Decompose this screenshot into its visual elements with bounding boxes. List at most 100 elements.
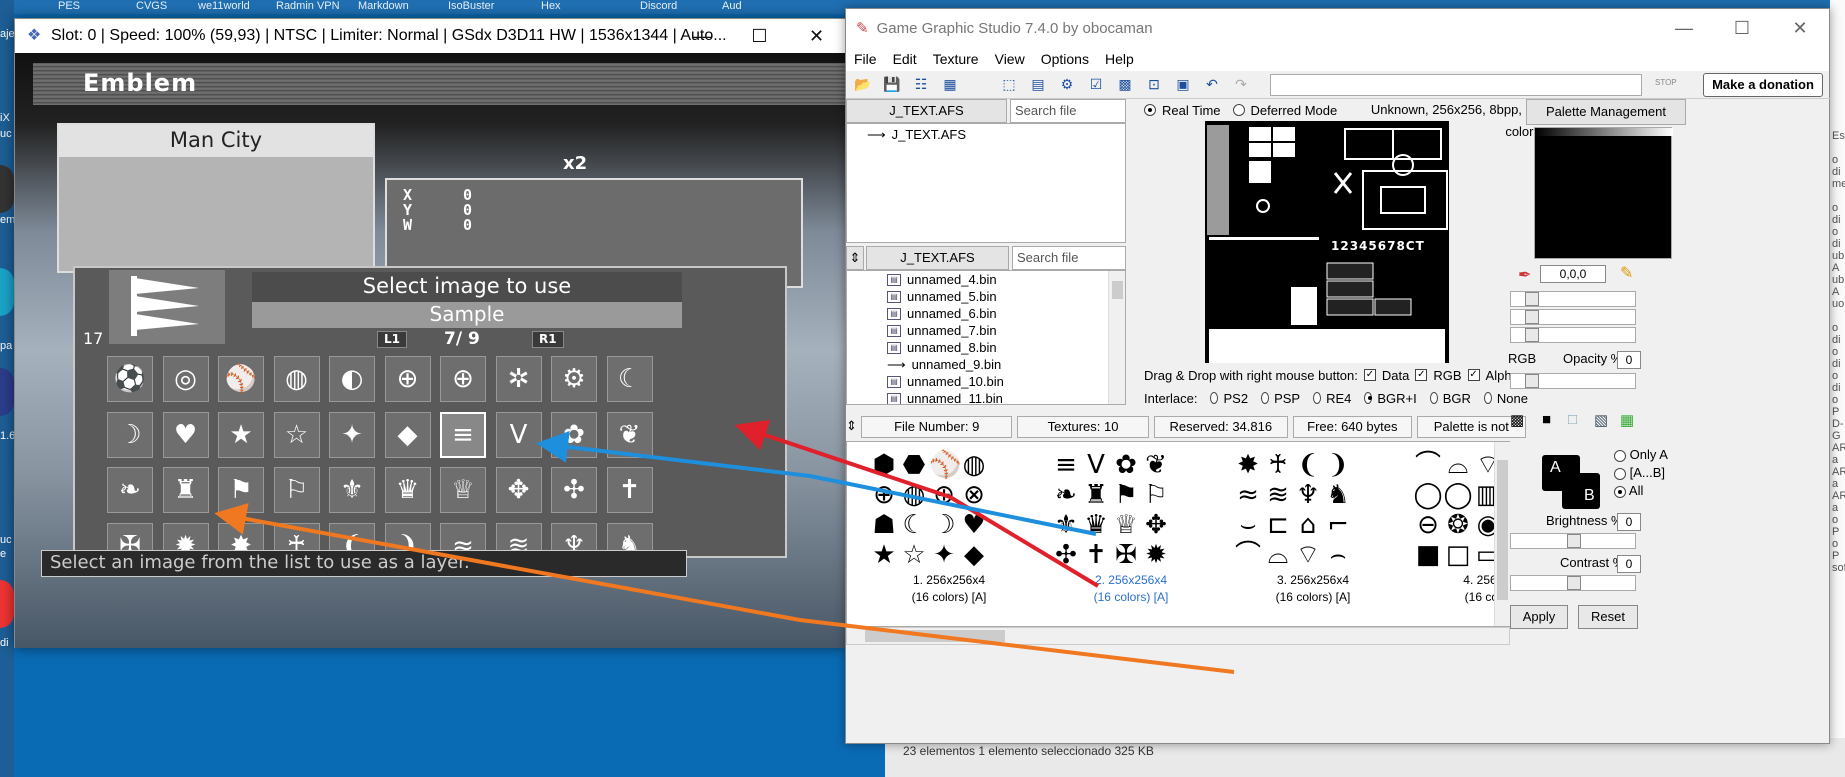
emblem-cell[interactable]: ◍: [273, 356, 320, 402]
file-list-item[interactable]: ⟶ unnamed_9.bin: [847, 356, 1125, 373]
desktop-app-icon[interactable]: [0, 368, 14, 416]
brightness-slider[interactable]: [1510, 533, 1636, 549]
menu-edit[interactable]: Edit: [893, 51, 917, 67]
maximize-button[interactable]: ☐: [1713, 9, 1771, 47]
explorer-list-item[interactable]: o di: [1832, 154, 1845, 178]
menu-texture[interactable]: Texture: [933, 51, 979, 67]
emblem-cell[interactable]: ♕: [440, 467, 486, 513]
contrast-field[interactable]: 0: [1617, 555, 1641, 573]
opacity-field[interactable]: 0: [1617, 351, 1641, 369]
grid-icon[interactable]: ▦: [939, 74, 961, 96]
desktop-app-icon[interactable]: [0, 580, 14, 628]
slider-thumb[interactable]: [1525, 374, 1539, 388]
opacity-slider[interactable]: [1510, 373, 1636, 389]
alpha-checkbox[interactable]: ✓: [1467, 369, 1480, 381]
emblem-cell[interactable]: ♛: [384, 467, 431, 513]
explorer-list-item[interactable]: o di: [1832, 346, 1845, 370]
emblem-cell[interactable]: ✝: [606, 467, 653, 513]
interlace-radio-bgr+i[interactable]: [1364, 392, 1373, 404]
explorer-list-item[interactable]: o di: [1832, 226, 1845, 250]
emblem-cell[interactable]: ⚜: [329, 467, 375, 513]
pencil-icon[interactable]: ✎: [1620, 263, 1633, 283]
interlace-radio-none[interactable]: [1483, 392, 1492, 404]
minimize-button[interactable]: —: [674, 19, 731, 53]
maximize-button[interactable]: ☐: [731, 19, 788, 53]
explorer-list-item[interactable]: soft: [1832, 562, 1845, 574]
file-list-scrollbar[interactable]: [1108, 271, 1125, 404]
emblem-cell[interactable]: ✣: [551, 467, 597, 513]
tree-item[interactable]: ⟶ J_TEXT.AFS: [847, 126, 1125, 143]
emblem-cell[interactable]: ⚽: [107, 356, 153, 402]
explorer-list-item[interactable]: AR a: [1832, 490, 1845, 514]
open-folder-icon[interactable]: 📂: [852, 74, 874, 96]
taskbar-item[interactable]: IsoBuster: [448, 0, 494, 12]
green-slider[interactable]: [1510, 309, 1636, 325]
real-time-radio[interactable]: [1144, 104, 1156, 116]
thumbnails-vscroll[interactable]: [1494, 442, 1510, 626]
white-swatch-icon[interactable]: □: [1568, 411, 1577, 428]
top-pane-header[interactable]: J_TEXT.AFS: [846, 99, 1007, 123]
tree-icon[interactable]: ☷: [910, 74, 932, 96]
taskbar-item[interactable]: we11world: [198, 0, 250, 12]
gear-icon[interactable]: ⚙: [1056, 74, 1078, 96]
emblem-cell[interactable]: ☾: [606, 356, 653, 402]
scrollbar-thumb[interactable]: [865, 630, 1005, 642]
game-graphic-studio-window[interactable]: ✎ Game Graphic Studio 7.4.0 by obocaman …: [845, 8, 1831, 744]
desktop-app-icon[interactable]: [0, 268, 14, 316]
texture-thumbnail[interactable]: ⬢ ⬣ ⚾ ◍ ⊕ ◍ ⊕ ⊗ ☗ ☾ ☽ ♥ ★ ☆ ✦ ◆ 1. 256x256x4 (16 colors) …: [869, 450, 1029, 604]
emblem-cell[interactable]: ♥: [162, 411, 209, 458]
emblem-cell[interactable]: ✥: [495, 467, 542, 513]
game-screen[interactable]: Emblem Man City x2 X0 Y0 W0 17 Select im…: [15, 53, 845, 648]
close-button[interactable]: ✕: [788, 19, 845, 53]
texture-thumbnail[interactable]: ✸ ♰ ❨ ❩ ≈ ≋ ♆ ♞ ⌣ ⊏ ⌂ ⌐ ⌒ ⌓ ⌔ ⌢ 3. 256x256x4 (16 colors) …: [1233, 450, 1393, 604]
emblem-cell[interactable]: ★: [218, 411, 264, 458]
blue-slider[interactable]: [1510, 327, 1636, 343]
explorer-list-item[interactable]: o di: [1832, 322, 1845, 346]
palette-swatches[interactable]: [1534, 127, 1673, 259]
file-list-item[interactable]: ▤ unnamed_6.bin: [847, 305, 1125, 322]
menu-help[interactable]: Help: [1105, 51, 1134, 67]
explorer-list-item[interactable]: o P: [1832, 514, 1845, 538]
checklist-icon[interactable]: ☑: [1085, 74, 1107, 96]
explorer-list-item[interactable]: D-G: [1832, 418, 1845, 442]
taskbar-item[interactable]: PES: [58, 0, 80, 12]
emblem-cell[interactable]: ✦: [329, 411, 375, 458]
menu-options[interactable]: Options: [1041, 51, 1089, 67]
emblem-cell[interactable]: ✿: [551, 411, 597, 458]
emblem-cell[interactable]: ❦: [606, 411, 653, 458]
interlace-radio-ps2[interactable]: [1210, 392, 1219, 404]
splitter-icon[interactable]: ⇕: [846, 416, 857, 438]
emblem-cell[interactable]: ☆: [273, 411, 320, 458]
explorer-list-item[interactable]: Esc: [1832, 130, 1845, 142]
interlace-radio-bgr[interactable]: [1429, 392, 1438, 404]
taskbar-item[interactable]: Discord: [640, 0, 677, 12]
data-checkbox[interactable]: ✓: [1363, 369, 1376, 381]
taskbar-item[interactable]: Radmin VPN: [276, 0, 340, 12]
emblem-cell[interactable]: ❧: [107, 467, 153, 513]
all-option[interactable]: All: [1614, 483, 1643, 498]
explorer-list-item[interactable]: AR a: [1832, 466, 1845, 490]
texture-preview[interactable]: 12345678CT: [1205, 121, 1449, 363]
texture-thumbnail[interactable]: ≡ V ✿ ❦ ❧ ♜ ⚑ ⚐ ⚜ ♛ ♕ ✥ ✣ ✝ ✠ ✹ 2. 256x256x4 (16 colors) …: [1051, 450, 1211, 604]
slider-thumb[interactable]: [1525, 328, 1539, 342]
select-icon[interactable]: ⬚: [998, 74, 1020, 96]
redo-icon[interactable]: ↷: [1230, 74, 1252, 96]
emblem-cell[interactable]: ✲: [495, 356, 542, 402]
top-search-input[interactable]: Search file: [1010, 99, 1126, 123]
file-list-item[interactable]: ▤ unnamed_10.bin: [847, 373, 1125, 390]
thumbnails-hscroll[interactable]: [846, 627, 1510, 645]
emblem-cell[interactable]: ☽: [107, 411, 153, 458]
save-icon[interactable]: 💾: [881, 74, 903, 96]
apply-button[interactable]: Apply: [1510, 605, 1568, 629]
close-button[interactable]: ✕: [1771, 9, 1829, 47]
file-list-item[interactable]: ▤ unnamed_5.bin: [847, 288, 1125, 305]
contrast-slider[interactable]: [1510, 575, 1636, 591]
desktop-app-icon[interactable]: [0, 165, 14, 213]
explorer-list-item[interactable]: o di: [1832, 202, 1845, 226]
emblem-cell[interactable]: ⚾: [218, 356, 264, 402]
scrollbar-thumb[interactable]: [1497, 460, 1508, 600]
rgb-checkbox[interactable]: ✓: [1415, 369, 1428, 381]
checker-toggle-icon[interactable]: ▩: [1510, 411, 1524, 429]
r1-button[interactable]: R1: [532, 331, 564, 348]
path-field[interactable]: [1270, 74, 1642, 96]
